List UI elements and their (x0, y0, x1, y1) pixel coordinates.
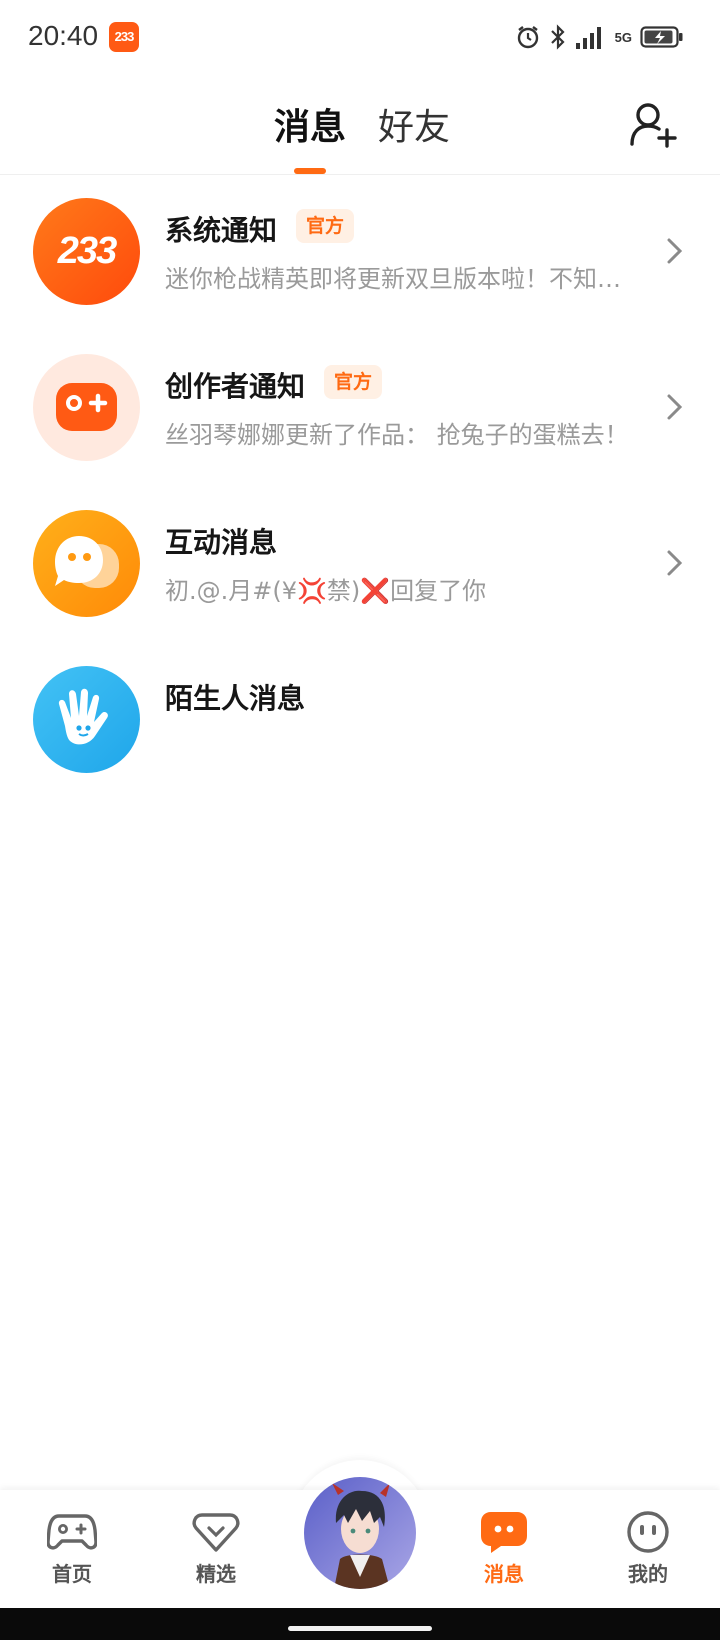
hand-wave-icon (58, 688, 108, 745)
gamepad-icon (47, 1514, 97, 1550)
nav-home-label: 首页 (52, 1562, 92, 1586)
signal-icon (575, 27, 601, 49)
official-tag: 官方 (324, 365, 383, 399)
message-preview: 丝羽琴娜娜更新了作品： 抢兔子的蛋糕去！ (165, 421, 629, 449)
message-title: 互动消息 (165, 526, 278, 559)
message-title: 系统通知 (165, 214, 278, 247)
chevron-right-icon (667, 550, 683, 576)
alarm-icon (517, 26, 538, 49)
message-list: 233 系统通知 官方 迷你枪战精英即将更新双旦版本啦！不知道... 创作者通知… (0, 175, 720, 799)
tab-friends[interactable]: 好友 (378, 98, 450, 150)
face-icon (627, 1511, 669, 1553)
list-item-creator-notice[interactable]: 创作者通知 官方 丝羽琴娜娜更新了作品： 抢兔子的蛋糕去！ (0, 331, 720, 487)
bluetooth-icon (550, 24, 565, 50)
list-item-interaction[interactable]: 互动消息 初.@.月#(¥💢禁)❌回复了你 (0, 487, 720, 643)
nav-mine-label: 我的 (628, 1562, 668, 1586)
nav-home[interactable]: 首页 (27, 1510, 117, 1590)
battery-charging-icon (640, 26, 683, 48)
chevron-right-icon (667, 238, 683, 264)
status-icons: 5G (515, 20, 684, 54)
nav-messages[interactable]: 消息 (459, 1510, 549, 1590)
list-item-system-notice[interactable]: 233 系统通知 官方 迷你枪战精英即将更新双旦版本啦！不知道... (0, 175, 720, 331)
user-avatar[interactable] (304, 1477, 416, 1589)
stranger-avatar (33, 666, 140, 773)
interaction-avatar (33, 510, 140, 617)
status-bar: 20:40 233 5G (0, 0, 720, 76)
nav-mine[interactable]: 我的 (603, 1510, 693, 1590)
message-title: 陌生人消息 (165, 682, 306, 715)
chevron-right-icon (667, 394, 683, 420)
official-tag: 官方 (296, 209, 355, 243)
nav-featured[interactable]: 精选 (171, 1510, 261, 1590)
home-gesture-bar[interactable] (288, 1626, 432, 1631)
header: 消息 好友 (0, 76, 720, 175)
add-person-icon[interactable] (628, 100, 678, 150)
chat-bubble-icon (55, 536, 119, 588)
chat-icon (481, 1512, 527, 1553)
avatar-image (304, 1477, 416, 1589)
tab-messages[interactable]: 消息 (274, 98, 346, 150)
nav-messages-label: 消息 (484, 1562, 524, 1586)
creator-avatar (33, 354, 140, 461)
network-label: 5G (614, 29, 632, 45)
message-preview: 迷你枪战精英即将更新双旦版本啦！不知道... (165, 265, 640, 293)
tab-active-indicator (294, 168, 326, 174)
nav-featured-label: 精选 (196, 1562, 236, 1586)
gamepad-icon (56, 383, 117, 439)
system-avatar: 233 (33, 198, 140, 305)
message-title: 创作者通知 (165, 370, 306, 403)
status-time: 20:40 (28, 20, 99, 51)
heart-diamond-icon (192, 1513, 240, 1552)
message-preview: 初.@.月#(¥💢禁)❌回复了你 (165, 577, 487, 605)
list-item-stranger[interactable]: 陌生人消息 (0, 643, 720, 799)
app-badge-icon: 233 (109, 22, 139, 52)
system-avatar-label: 233 (57, 230, 117, 272)
system-gesture-area (0, 1608, 720, 1640)
